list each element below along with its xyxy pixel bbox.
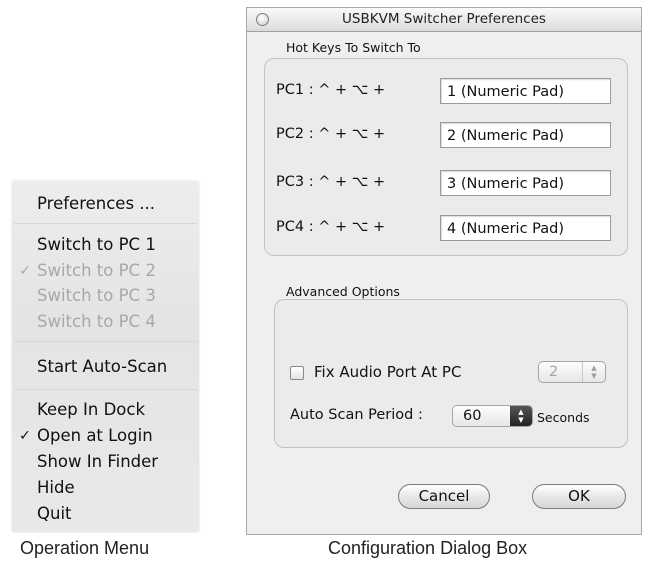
menu-item-preferences[interactable]: Preferences ... xyxy=(12,194,199,214)
ok-button[interactable]: OK xyxy=(532,484,626,509)
dialog-caption: Configuration Dialog Box xyxy=(328,538,528,558)
fix-audio-checkbox[interactable] xyxy=(290,366,304,380)
menu-item-show-in-finder[interactable]: Show In Finder xyxy=(12,452,199,472)
fix-audio-label: Fix Audio Port At PC xyxy=(314,363,462,381)
advanced-group-label: Advanced Options xyxy=(286,284,400,299)
operation-menu: Preferences ... Switch to PC 1 ✓ Switch … xyxy=(12,181,199,532)
menu-item-switch-pc3: Switch to PC 3 xyxy=(37,286,156,305)
audio-pc-value: 2 xyxy=(549,364,559,380)
hotkey-field-pc3[interactable]: 3 (Numeric Pad) xyxy=(440,170,611,196)
menu-item-quit[interactable]: Quit xyxy=(12,504,199,524)
menu-item-switch-pc1[interactable]: Switch to PC 1 xyxy=(12,235,199,255)
hotkey-label: PC1 : ^ + ⌥ + xyxy=(276,82,386,98)
window-title: USBKVM Switcher Preferences xyxy=(342,11,546,27)
menu-item-keep-in-dock[interactable]: Keep In Dock xyxy=(12,400,199,420)
operation-menu-caption: Operation Menu xyxy=(20,538,150,558)
menu-separator xyxy=(14,223,197,224)
seconds-unit-label: Seconds xyxy=(537,410,590,425)
cancel-button[interactable]: Cancel xyxy=(398,484,490,509)
menu-item-open-at-login[interactable]: ✓ Open at Login xyxy=(12,426,199,446)
stepper-arrows-icon: ▲ ▼ xyxy=(582,362,605,382)
hotkey-field-pc4[interactable]: 4 (Numeric Pad) xyxy=(440,215,611,241)
hotkey-label: PC2 : ^ + ⌥ + xyxy=(276,126,386,142)
auto-scan-value: 60 xyxy=(463,408,482,424)
auto-scan-label: Auto Scan Period : xyxy=(290,407,423,423)
stepper-arrows-icon[interactable]: ▲ ▼ xyxy=(510,406,532,426)
hotkeys-group-label: Hot Keys To Switch To xyxy=(286,40,421,55)
menu-item-start-auto-scan[interactable]: Start Auto-Scan xyxy=(12,357,199,377)
menu-separator xyxy=(14,341,197,342)
hotkey-label: PC4 : ^ + ⌥ + xyxy=(276,219,386,235)
hotkey-field-pc2[interactable]: 2 (Numeric Pad) xyxy=(440,122,611,148)
menu-item-switch-pc2: ✓ Switch to PC 2 xyxy=(19,261,156,280)
hotkey-field-pc1[interactable]: 1 (Numeric Pad) xyxy=(440,78,611,104)
menu-item-hide[interactable]: Hide xyxy=(12,478,199,498)
checkmark-icon: ✓ xyxy=(19,428,31,444)
checkmark-icon: ✓ xyxy=(19,263,31,279)
audio-pc-popup: 2 ▲ ▼ xyxy=(538,361,606,383)
menu-item-switch-pc4: Switch to PC 4 xyxy=(37,312,156,331)
menu-separator xyxy=(14,389,197,390)
title-bar[interactable]: USBKVM Switcher Preferences xyxy=(247,8,641,32)
auto-scan-period-popup[interactable]: 60 ▲ ▼ xyxy=(452,405,533,427)
hotkey-label: PC3 : ^ + ⌥ + xyxy=(276,174,386,190)
